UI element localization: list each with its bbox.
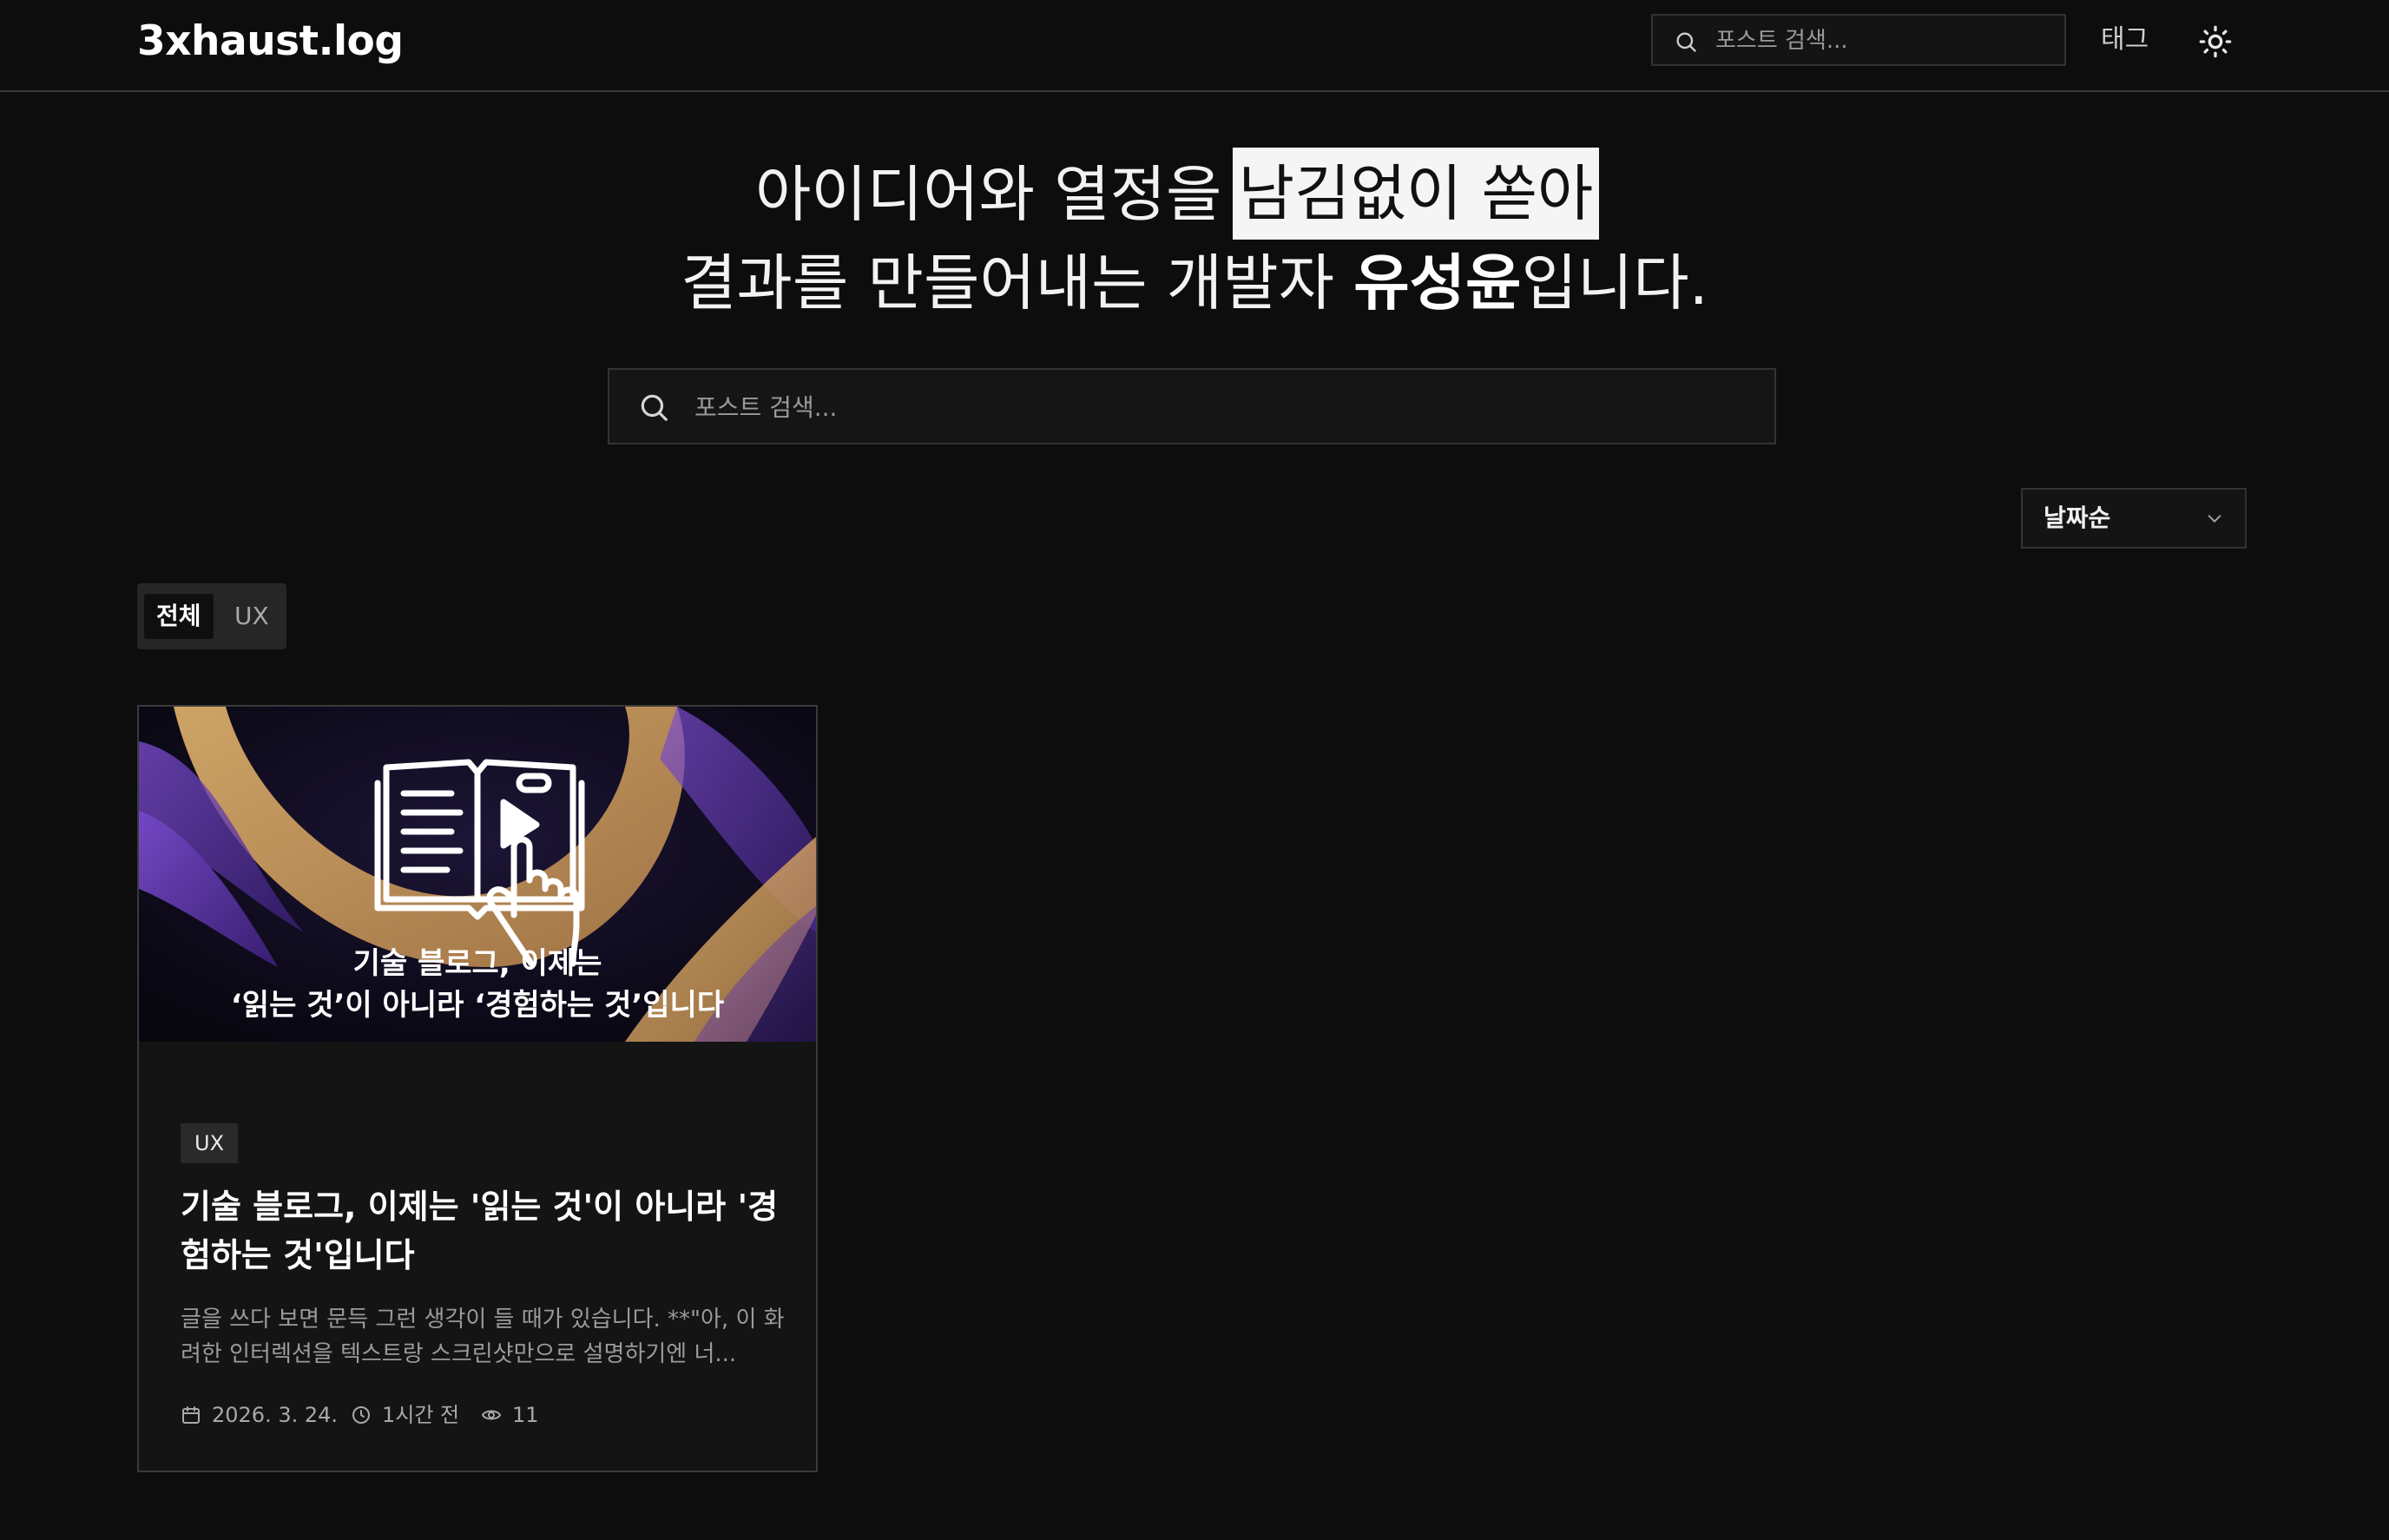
- calendar-icon: [182, 1406, 200, 1424]
- post-card[interactable]: 기술 블로그, 이제는 ‘읽는 것’이 아니라 ‘경험하는 것’입니다 UX 기…: [137, 705, 818, 1472]
- clock-icon: [352, 1406, 370, 1424]
- post-excerpt: 글을 쓰다 보면 문득 그런 생각이 들 때가 있습니다. **"아, 이 화려…: [181, 1306, 785, 1367]
- hero-text-highlight: 남김없이 쏟아: [1233, 148, 1599, 240]
- hero-text-plain: 아이디어와 열정을: [755, 159, 1222, 230]
- hero-text-pre: 결과를 만들어내는 개발자: [681, 247, 1354, 319]
- nav-tags-link[interactable]: 태그: [2101, 19, 2149, 61]
- post-category-badge[interactable]: UX: [181, 1123, 239, 1163]
- eye-icon: [481, 1410, 502, 1420]
- thumbnail-caption-line-1: 기술 블로그, 이제는: [352, 946, 602, 981]
- post-title[interactable]: 기술 블로그, 이제는 '읽는 것'이 아니라 '경험하는 것'입니다: [181, 1182, 788, 1280]
- tab-all[interactable]: 전체: [144, 594, 214, 639]
- main-search[interactable]: [608, 368, 1776, 444]
- chevron-down-icon: [2208, 515, 2221, 523]
- tab-ux[interactable]: UX: [222, 594, 281, 639]
- site-logo[interactable]: 3xhaust.log: [137, 16, 404, 68]
- category-tabs: 전체 UX: [137, 583, 286, 649]
- header-search-input[interactable]: [1714, 16, 2047, 66]
- sort-select[interactable]: 날짜순: [2021, 488, 2247, 549]
- site-header: 3xhaust.log 태그: [0, 0, 2389, 92]
- main-search-input[interactable]: [693, 370, 1738, 444]
- hero-author-name: 유성윤: [1353, 247, 1522, 319]
- post-date-text: 2026. 3. 24.: [212, 1403, 339, 1427]
- hero-line-1: 아이디어와 열정을 남김없이 쏟아: [0, 146, 2389, 243]
- sun-icon[interactable]: [2198, 24, 2233, 59]
- hero-line-2: 결과를 만들어내는 개발자 유성윤입니다.: [0, 241, 2389, 325]
- post-views-text: 11: [512, 1403, 539, 1427]
- hero-text-post: 입니다.: [1521, 247, 1708, 319]
- post-thumbnail[interactable]: 기술 블로그, 이제는 ‘읽는 것’이 아니라 ‘경험하는 것’입니다: [139, 707, 816, 1042]
- sort-selected-value: 날짜순: [2043, 503, 2111, 532]
- search-icon: [641, 394, 668, 421]
- post-time-text: 1시간 전: [382, 1403, 460, 1427]
- header-search[interactable]: [1651, 14, 2066, 66]
- thumbnail-caption-line-2: ‘읽는 것’이 아니라 ‘경험하는 것’입니다: [230, 988, 725, 1023]
- search-icon: [1676, 32, 1696, 52]
